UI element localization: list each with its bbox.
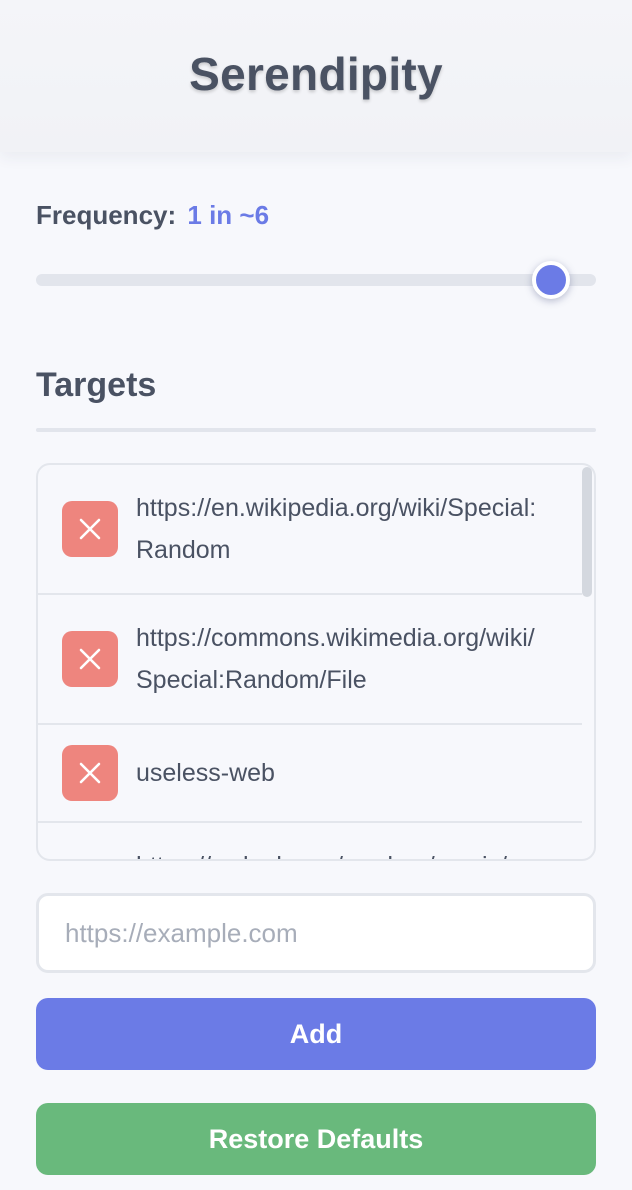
frequency-slider-thumb[interactable] [532,261,571,299]
frequency-label: Frequency: [36,200,177,230]
target-item: https://commons.wikimedia.org/wiki/Speci… [38,595,582,725]
url-input[interactable] [36,893,596,973]
target-url: https://en.wikipedia.org/wiki/Special:Ra… [136,494,537,564]
restore-defaults-button[interactable]: Restore Defaults [36,1103,596,1175]
frequency-value: 1 in ~6 [187,200,270,230]
delete-target-button[interactable] [62,501,118,557]
targets-heading: Targets [36,366,157,404]
app-title: Serendipity [189,48,443,100]
frequency-slider[interactable] [36,274,596,286]
targets-scrollbar[interactable] [580,467,592,859]
frequency-row: Frequency: 1 in ~6 [36,200,269,230]
target-url: https://commons.wikimedia.org/wiki/Speci… [136,624,535,694]
target-item: https://en.wikipedia.org/wiki/Special:Ra… [38,465,582,595]
target-url: useless-web [136,759,275,787]
close-icon [79,518,101,540]
target-item: https://c.xkcd.com/random/comic/ [38,823,582,861]
delete-target-button[interactable] [62,859,118,861]
targets-scrollbar-thumb[interactable] [582,467,592,597]
close-icon [79,648,101,670]
targets-divider [36,428,596,432]
delete-target-button[interactable] [62,745,118,801]
targets-list[interactable]: https://en.wikipedia.org/wiki/Special:Ra… [36,463,596,861]
app-header: Serendipity [0,0,632,152]
target-item: useless-web [38,725,582,823]
delete-target-button[interactable] [62,631,118,687]
close-icon [79,762,101,784]
add-button[interactable]: Add [36,998,596,1070]
target-url: https://c.xkcd.com/random/comic/ [136,845,550,859]
